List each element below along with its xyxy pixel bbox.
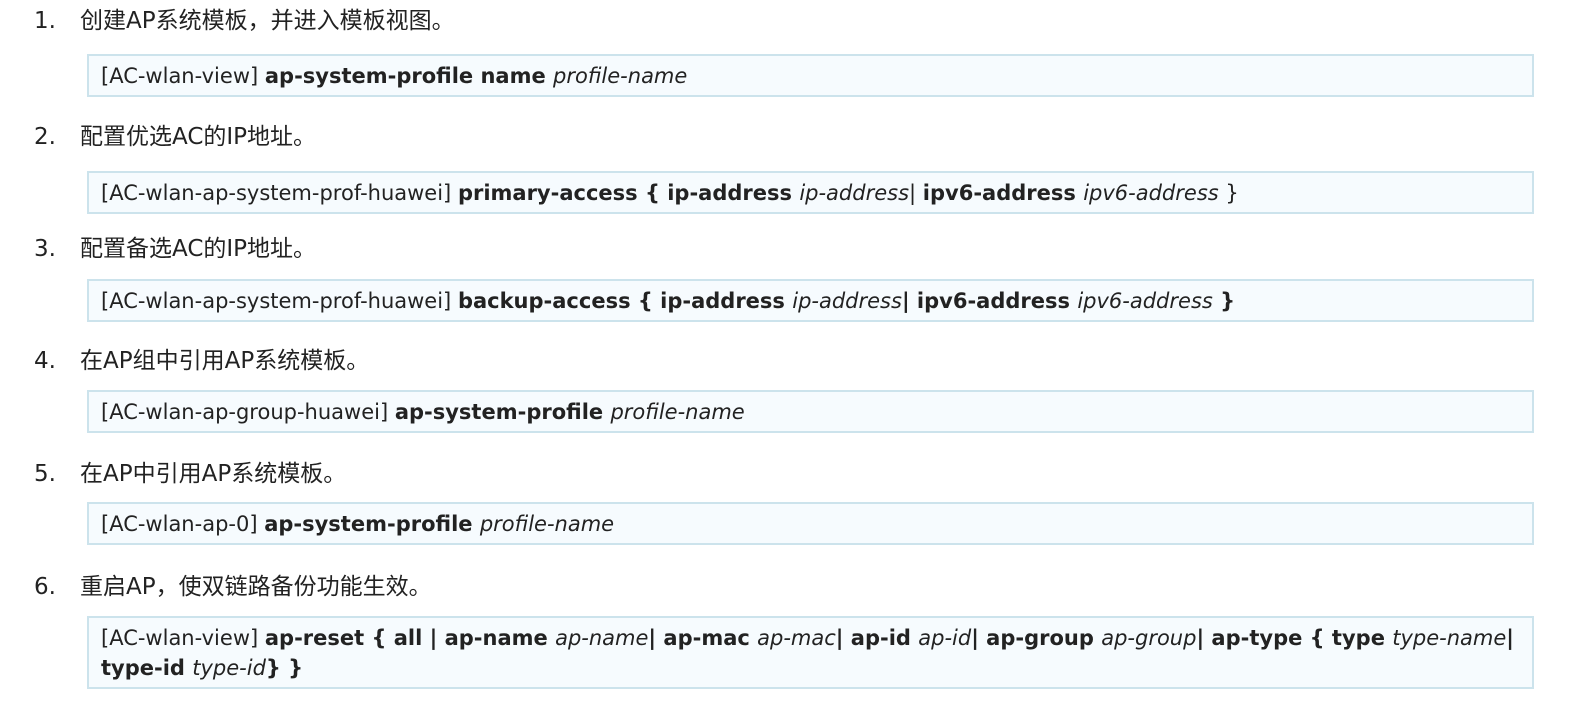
command-text: } xyxy=(1218,181,1239,205)
step-5: 5. 在AP中引用AP系统模板。 xyxy=(34,459,346,489)
command-keyword: primary-access { ip-address xyxy=(457,181,800,205)
step-3: 3. 配置备选AC的IP地址。 xyxy=(34,234,316,264)
step-title: 重启AP，使双链路备份功能生效。 xyxy=(80,574,432,600)
command-parameter: type-id xyxy=(192,656,266,680)
command-keyword: | ap-mac xyxy=(648,626,758,650)
step-title: 创建AP系统模板，并进入模板视图。 xyxy=(80,8,455,34)
command-keyword: ap-system-profile name xyxy=(264,64,554,88)
command-parameter: ip-address xyxy=(792,289,902,313)
command-block: [AC-wlan-ap-system-prof-huawei] backup-a… xyxy=(87,279,1534,322)
step-2: 2. 配置优选AC的IP地址。 xyxy=(34,122,316,152)
command-parameter: ap-name xyxy=(555,626,649,650)
step-title: 在AP中引用AP系统模板。 xyxy=(80,461,347,487)
command-text: [AC-wlan-ap-system-prof-huawei] xyxy=(101,289,458,313)
step-title: 配置备选AC的IP地址。 xyxy=(80,236,317,262)
command-parameter: ap-mac xyxy=(757,626,836,650)
command-parameter: ap-id xyxy=(918,626,972,650)
command-text: [AC-wlan-view] xyxy=(101,626,265,650)
step-1: 1. 创建AP系统模板，并进入模板视图。 xyxy=(34,6,455,36)
step-6: 6. 重启AP，使双链路备份功能生效。 xyxy=(34,572,432,602)
command-keyword: | ipv6-address xyxy=(901,289,1078,313)
command-keyword: ap-reset { all | ap-name xyxy=(264,626,556,650)
command-text: [AC-wlan-ap-system-prof-huawei] xyxy=(101,181,458,205)
command-text: [AC-wlan-ap-0] xyxy=(101,512,265,536)
step-4: 4. 在AP组中引用AP系统模板。 xyxy=(34,346,369,376)
command-block: [AC-wlan-ap-0] ap-system-profile profile… xyxy=(87,502,1534,545)
step-number: 6. xyxy=(34,574,56,600)
command-keyword: | ap-id xyxy=(835,626,919,650)
command-keyword: } xyxy=(1212,289,1236,313)
command-parameter: type-name xyxy=(1392,626,1507,650)
command-parameter: ipv6-address xyxy=(1083,181,1219,205)
command-block: [AC-wlan-ap-system-prof-huawei] primary-… xyxy=(87,171,1534,214)
command-text: [AC-wlan-view] xyxy=(101,64,265,88)
command-text: [AC-wlan-ap-group-huawei] xyxy=(101,400,395,424)
command-block: [AC-wlan-ap-group-huawei] ap-system-prof… xyxy=(87,390,1534,433)
command-keyword: ap-system-profile xyxy=(394,400,611,424)
command-parameter: ip-address xyxy=(799,181,910,205)
step-number: 1. xyxy=(34,8,56,34)
command-parameter: ipv6-address xyxy=(1077,289,1213,313)
command-parameter: profile-name xyxy=(553,64,688,88)
command-text: | xyxy=(909,181,923,205)
command-keyword: backup-access { ip-address xyxy=(457,289,793,313)
step-number: 5. xyxy=(34,461,56,487)
command-keyword: | ap-type { type xyxy=(1196,626,1393,650)
step-number: 4. xyxy=(34,348,56,374)
step-title: 配置优选AC的IP地址。 xyxy=(80,124,317,150)
command-keyword: | ap-group xyxy=(971,626,1102,650)
command-parameter: ap-group xyxy=(1101,626,1197,650)
command-parameter: profile-name xyxy=(479,512,615,536)
step-title: 在AP组中引用AP系统模板。 xyxy=(80,348,370,374)
command-keyword: ipv6-address xyxy=(922,181,1084,205)
command-block: [AC-wlan-view] ap-system-profile name pr… xyxy=(87,54,1534,97)
command-keyword: } } xyxy=(265,656,304,680)
step-number: 2. xyxy=(34,124,56,150)
command-parameter: profile-name xyxy=(610,400,745,424)
command-block: [AC-wlan-view] ap-reset { all | ap-name … xyxy=(87,616,1534,689)
step-number: 3. xyxy=(34,236,56,262)
command-keyword: ap-system-profile xyxy=(264,512,480,536)
